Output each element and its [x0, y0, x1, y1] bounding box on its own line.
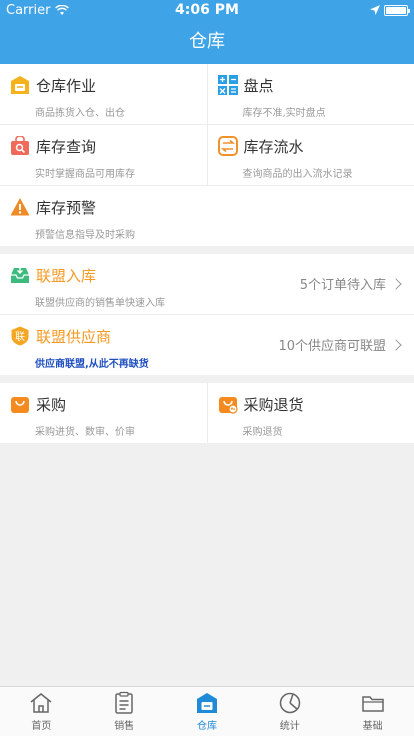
purchase-sub: 采购进货、数审、价审 — [35, 427, 135, 438]
alliance-section: 联盟入库 联盟供应商的销售单快速入库 5个订单待入库 联 联盟供应商 供应商联盟… — [0, 254, 414, 375]
wifi-icon — [55, 4, 70, 15]
alliance-supplier-title: 联盟供应商 — [36, 327, 112, 346]
tab-sales-label: 销售 — [114, 721, 135, 732]
header: Carrier 4:06 PM 仓库 — [0, 0, 414, 64]
chevron-right-icon — [390, 338, 402, 351]
return-bag-icon — [218, 397, 238, 414]
warehouse-ops-cell[interactable]: 仓库作业 商品拣货入仓、出仓 — [0, 64, 207, 124]
stocktake-cell[interactable]: 盘点 库存不准,实时盘点 — [206, 64, 414, 124]
alliance-icon: 联 — [11, 326, 29, 346]
stocktake-sub: 库存不准,实时盘点 — [242, 108, 326, 119]
purchase-return-title: 采购退货 — [243, 395, 304, 414]
svg-text:联: 联 — [15, 331, 25, 343]
chart-icon — [279, 692, 301, 714]
purchase-title: 采购 — [36, 395, 67, 414]
tab-stats[interactable]: 统计 — [248, 687, 331, 736]
carrier-label: Carrier — [6, 2, 51, 18]
alliance-inbound-cell[interactable]: 联盟入库 联盟供应商的销售单快速入库 5个订单待入库 — [0, 254, 414, 314]
warehouse-ops-sub: 商品拣货入仓、出仓 — [35, 108, 125, 119]
tab-bar: 首页 销售 仓库 统计 基础 — [0, 686, 414, 736]
stock-query-cell[interactable]: 库存查询 实时掌握商品可用库存 — [0, 125, 207, 185]
purchase-return-sub: 采购退货 — [242, 427, 283, 438]
alliance-supplier-sub: 供应商联盟,从此不再缺货 — [35, 359, 149, 370]
stock-alert-title: 库存预警 — [36, 198, 97, 217]
tab-stats-label: 统计 — [279, 721, 300, 732]
warehouse-icon — [196, 693, 217, 713]
folder-icon — [361, 696, 384, 712]
tab-sales[interactable]: 销售 — [83, 687, 166, 736]
alliance-inbound-count: 5个订单待入库 — [299, 278, 386, 293]
tab-home[interactable]: 首页 — [0, 687, 83, 736]
alliance-supplier-cell[interactable]: 联 联盟供应商 供应商联盟,从此不再缺货 10个供应商可联盟 — [0, 315, 414, 375]
battery-icon — [383, 4, 410, 16]
chevron-right-icon — [390, 277, 402, 290]
inbox-icon — [11, 267, 29, 283]
calculator-icon — [217, 75, 238, 95]
stock-flow-cell[interactable]: 库存流水 查询商品的出入流水记录 — [206, 125, 414, 185]
warehouse-section: 仓库作业 商品拣货入仓、出仓 盘点 库存不准,实时盘点 库存查询 实时掌握商品可… — [0, 64, 414, 246]
shopping-bag-icon — [11, 397, 29, 413]
clipboard-icon — [115, 691, 133, 714]
alliance-inbound-title: 联盟入库 — [36, 266, 97, 285]
alliance-inbound-sub: 联盟供应商的销售单快速入库 — [35, 298, 165, 309]
purchase-return-cell[interactable]: 采购退货 采购退货 — [206, 383, 414, 443]
status-bar: Carrier 4:06 PM — [0, 0, 414, 20]
flow-icon — [217, 136, 238, 156]
stock-alert-cell[interactable]: 库存预警 预警信息指导及时采购 — [0, 186, 414, 246]
tab-warehouse[interactable]: 仓库 — [166, 687, 249, 736]
stock-query-sub: 实时掌握商品可用库存 — [35, 169, 135, 180]
stock-query-title: 库存查询 — [36, 137, 97, 156]
tab-basic[interactable]: 基础 — [331, 687, 414, 736]
tab-basic-label: 基础 — [362, 721, 383, 732]
home-icon — [30, 693, 52, 713]
alliance-supplier-count: 10个供应商可联盟 — [278, 339, 386, 354]
page-title: 仓库 — [189, 31, 225, 52]
tab-warehouse-label: 仓库 — [196, 721, 217, 732]
tab-home-label: 首页 — [31, 721, 52, 732]
status-time: 4:06 PM — [175, 2, 239, 18]
stocktake-title: 盘点 — [243, 76, 274, 95]
warning-icon — [10, 198, 30, 216]
stock-flow-title: 库存流水 — [243, 137, 304, 156]
warehouse-ops-icon — [11, 76, 29, 94]
alliance-supplier-info: 10个供应商可联盟 — [278, 335, 402, 354]
search-bag-icon — [11, 136, 29, 155]
warehouse-ops-title: 仓库作业 — [36, 76, 97, 95]
alliance-inbound-info: 5个订单待入库 — [299, 274, 402, 293]
location-arrow-icon — [369, 5, 380, 15]
purchase-section: 采购 采购进货、数审、价审 采购退货 采购退货 — [0, 383, 414, 443]
purchase-cell[interactable]: 采购 采购进货、数审、价审 — [0, 383, 207, 443]
stock-flow-sub: 查询商品的出入流水记录 — [242, 169, 353, 180]
stock-alert-sub: 预警信息指导及时采购 — [35, 230, 135, 241]
